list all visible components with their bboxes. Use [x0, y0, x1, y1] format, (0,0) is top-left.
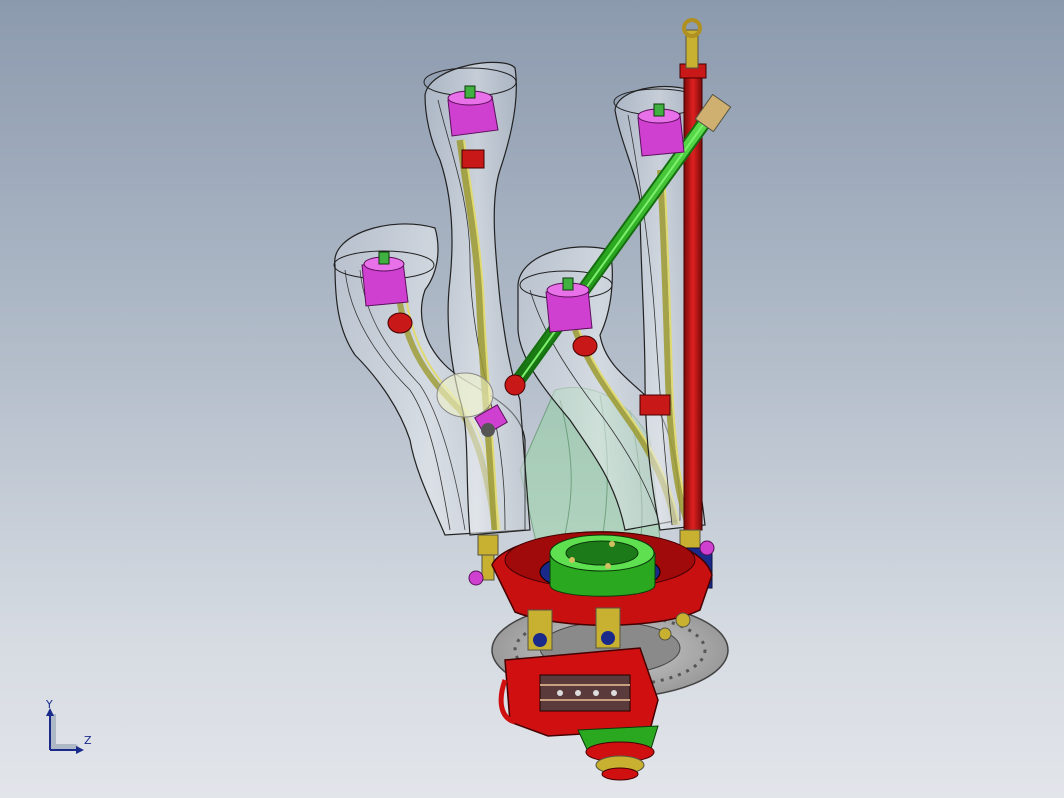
- cad-viewport[interactable]: [0, 0, 1064, 798]
- axle-stub[interactable]: [577, 725, 659, 781]
- coordinate-triad-icon: Y Z: [45, 700, 92, 754]
- y-axis-label: Y: [45, 700, 53, 711]
- z-axis-label: Z: [84, 734, 92, 747]
- wheel-hub[interactable]: [549, 534, 656, 597]
- brake-caliper[interactable]: [498, 647, 659, 737]
- lower-link-left[interactable]: [468, 534, 499, 586]
